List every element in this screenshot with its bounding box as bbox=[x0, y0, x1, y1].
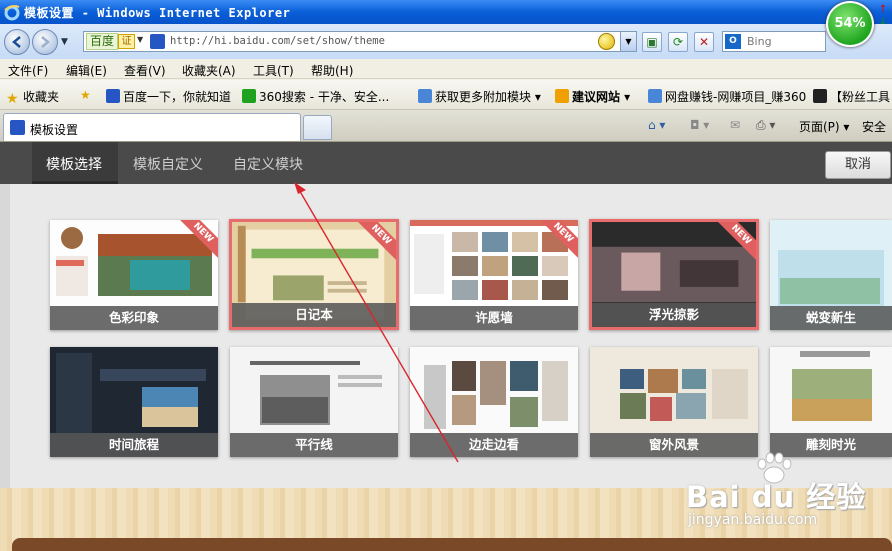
search-brand-label[interactable]: 百度 bbox=[86, 33, 119, 50]
theme-name: 时间旅程 bbox=[50, 433, 218, 457]
baidu-jingyan-watermark: Bai du 经验 jingyan.baidu.com bbox=[682, 452, 887, 547]
theme-card-parallel-lines[interactable]: 平行线 bbox=[230, 347, 398, 457]
fav-item-label: 百度一下，你就知道 bbox=[123, 90, 232, 104]
theme-name: 日记本 bbox=[232, 303, 396, 327]
back-button[interactable] bbox=[4, 29, 30, 55]
menu-file[interactable]: 文件(F) bbox=[8, 62, 48, 79]
address-dropdown-button[interactable]: ▼ bbox=[620, 32, 636, 51]
theme-name: 浮光掠影 bbox=[592, 303, 756, 327]
fav-item-360[interactable]: 360搜索 - 干净、安全... bbox=[242, 88, 389, 105]
safety-menu-button[interactable]: 安全 bbox=[862, 118, 886, 135]
watermark-url: jingyan.baidu.com bbox=[688, 512, 818, 528]
search-provider-icon: O bbox=[725, 34, 741, 49]
theme-name: 许愿墙 bbox=[410, 306, 578, 330]
tab-custom-module[interactable]: 自定义模块 bbox=[233, 154, 303, 174]
theme-card-wish-wall[interactable]: NEW 许愿墙 bbox=[410, 220, 578, 330]
star-icon: ★ bbox=[6, 91, 19, 107]
fav-item-label: 获取更多附加模块 ▾ bbox=[435, 90, 541, 104]
theme-card-fleeting-glimpses[interactable]: NEW 浮光掠影 bbox=[589, 219, 759, 330]
cancel-button[interactable]: 取消 bbox=[825, 151, 891, 179]
history-dropdown-icon[interactable]: ▼ bbox=[61, 37, 68, 47]
new-tab-button[interactable] bbox=[303, 115, 332, 140]
baidu-favicon-icon bbox=[150, 34, 165, 49]
fav-item-fans[interactable]: 【粉丝工具 bbox=[813, 88, 890, 105]
address-toolbar: ▼ 百度 证 ▼ http://hi.baidu.com/set/show/th… bbox=[0, 24, 892, 59]
fav-item-label: 建议网站 ▾ bbox=[572, 90, 631, 104]
url-input[interactable]: http://hi.baidu.com/set/show/theme bbox=[170, 35, 385, 47]
active-tab-indicator bbox=[32, 181, 118, 184]
baidu-favicon-icon bbox=[10, 120, 25, 135]
theme-name: 蜕变新生 bbox=[770, 306, 892, 330]
feeds-icon[interactable]: ◘ ▾ bbox=[690, 118, 709, 132]
ie-page-icon bbox=[648, 89, 662, 103]
theme-name: 色彩印象 bbox=[50, 306, 218, 330]
menu-help[interactable]: 帮助(H) bbox=[311, 62, 353, 79]
add-favorite-icon[interactable]: ★ bbox=[80, 88, 91, 102]
fav-item-suggested[interactable]: 建议网站 ▾ bbox=[555, 88, 630, 105]
address-bar[interactable]: 百度 证 ▼ http://hi.baidu.com/set/show/them… bbox=[83, 31, 637, 52]
theme-name: 平行线 bbox=[230, 433, 398, 457]
forward-arrow-icon bbox=[41, 36, 50, 48]
fav-item-addons[interactable]: 获取更多附加模块 ▾ bbox=[418, 88, 541, 105]
theme-card-color-impression[interactable]: NEW 色彩印象 bbox=[50, 220, 218, 330]
menu-edit[interactable]: 编辑(E) bbox=[66, 62, 107, 79]
theme-card-diary[interactable]: NEW 日记本 bbox=[229, 219, 399, 330]
menu-view[interactable]: 查看(V) bbox=[124, 62, 166, 79]
theme-card-rebirth[interactable]: 蜕变新生 bbox=[770, 220, 892, 330]
brand-dropdown-icon[interactable]: ▼ bbox=[137, 35, 143, 44]
progress-badge: 54% bbox=[826, 1, 874, 47]
fans-tool-icon bbox=[813, 89, 827, 103]
theme-card-window-scenery[interactable]: 窗外风景 bbox=[590, 347, 758, 457]
ie-page-icon bbox=[418, 89, 432, 103]
stop-button[interactable]: ✕ bbox=[694, 32, 714, 52]
theme-name: 边走边看 bbox=[410, 433, 578, 457]
favorites-bar: ★ 收藏夹 ★ 百度一下，你就知道 360搜索 - 干净、安全... 获取更多附加… bbox=[0, 80, 892, 110]
favorites-label: 收藏夹 bbox=[23, 90, 60, 104]
home-icon[interactable]: ⌂ ▾ bbox=[648, 118, 665, 132]
tab-label: 模板设置 bbox=[30, 123, 79, 137]
fav-item-label: 【粉丝工具 bbox=[830, 90, 891, 104]
search-placeholder: Bing bbox=[747, 35, 772, 48]
baidu-paw-icon bbox=[106, 89, 120, 103]
menu-bar: 文件(F) 编辑(E) 查看(V) 收藏夹(A) 工具(T) 帮助(H) bbox=[0, 59, 892, 79]
fav-item-label: 360搜索 - 干净、安全... bbox=[259, 90, 390, 104]
window-titlebar: 模板设置 - Windows Internet Explorer bbox=[0, 0, 892, 24]
page-menu-button[interactable]: 页面(P) ▾ bbox=[799, 118, 849, 135]
fav-item-baidu[interactable]: 百度一下，你就知道 bbox=[106, 88, 231, 105]
tab-theme-select[interactable]: 模板选择 bbox=[46, 154, 102, 174]
print-icon[interactable]: ⎙ ▾ bbox=[756, 118, 775, 133]
fav-item-label: 网盘赚钱-网赚项目_赚360 bbox=[665, 90, 807, 104]
theme-card-time-journey[interactable]: 时间旅程 bbox=[50, 347, 218, 457]
back-arrow-icon bbox=[12, 36, 21, 48]
mail-icon[interactable]: ✉ bbox=[730, 118, 740, 132]
favorites-button[interactable]: ★ 收藏夹 bbox=[6, 88, 59, 106]
ie-logo-icon bbox=[4, 5, 20, 21]
certificate-icon[interactable]: 证 bbox=[118, 34, 135, 49]
theme-card-carved-time[interactable]: 雕刻时光 bbox=[770, 347, 892, 457]
menu-favorites[interactable]: 收藏夹(A) bbox=[182, 62, 236, 79]
tab-bar: 模板设置 ⌂ ▾ ◘ ▾ ✉ ⎙ ▾ 页面(P) ▾ 安全 bbox=[0, 110, 892, 142]
tab-theme-customize[interactable]: 模板自定义 bbox=[133, 154, 203, 174]
compatibility-view-button[interactable]: ▣ bbox=[642, 32, 662, 52]
refresh-button[interactable]: ⟳ bbox=[668, 32, 688, 52]
fav-item-netdisk[interactable]: 网盘赚钱-网赚项目_赚360 bbox=[648, 88, 806, 105]
menu-tools[interactable]: 工具(T) bbox=[253, 62, 294, 79]
theme-panel-header: 模板选择 模板自定义 自定义模块 取消 bbox=[0, 142, 892, 184]
tab-active[interactable]: 模板设置 bbox=[3, 113, 301, 141]
search-input[interactable]: O Bing bbox=[722, 31, 826, 52]
search-360-icon bbox=[242, 89, 256, 103]
theme-card-walk-and-see[interactable]: 边走边看 bbox=[410, 347, 578, 457]
forward-button[interactable] bbox=[32, 29, 58, 55]
suggested-sites-icon bbox=[555, 89, 569, 103]
window-title: 模板设置 - Windows Internet Explorer bbox=[24, 6, 291, 20]
watermark-logo-text: Bai du 经验 bbox=[686, 480, 867, 514]
panel-left-edge bbox=[0, 184, 10, 488]
go-icon[interactable] bbox=[598, 33, 615, 50]
